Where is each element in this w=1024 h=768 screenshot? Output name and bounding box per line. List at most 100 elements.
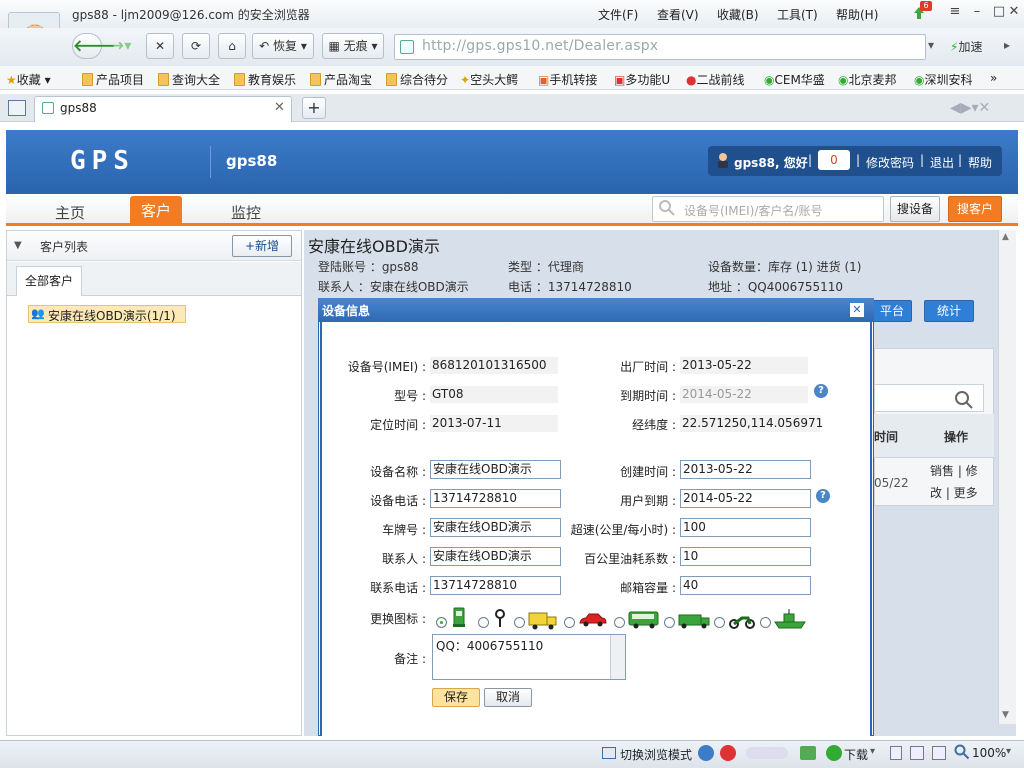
help-icon[interactable]: ? — [814, 384, 828, 398]
plate-input[interactable]: 安康在线OBD演示 — [430, 518, 561, 537]
radio-lorry[interactable] — [664, 617, 675, 631]
new-tab-icon[interactable]: + — [302, 97, 326, 119]
security-icon[interactable] — [720, 745, 736, 761]
add-customer-button[interactable]: +新增 — [232, 235, 292, 257]
search-device-button[interactable]: 搜设备 — [890, 196, 940, 222]
plugin-icon[interactable] — [800, 746, 816, 760]
speedup-button[interactable]: ⚡加速 — [950, 38, 982, 55]
bookmark-item[interactable]: 教育娱乐 — [234, 71, 296, 88]
close-window-icon[interactable]: ✕ — [1005, 4, 1023, 20]
radio-bus[interactable] — [614, 617, 625, 631]
forward-icon[interactable]: ➜▾ — [104, 33, 140, 59]
back-icon[interactable]: 🡐 — [72, 33, 116, 59]
browse-mode-icon — [602, 747, 616, 759]
sidebar-toggle-icon[interactable] — [8, 100, 26, 116]
device-count: 设备数量：库存 (1) 进货 (1) — [708, 260, 862, 274]
menu-tools[interactable]: 工具(T) — [777, 6, 818, 23]
download-button[interactable]: 下载 — [844, 746, 868, 763]
collapse-icon[interactable]: ▼ — [14, 240, 22, 251]
separator: | — [958, 153, 963, 167]
bookmark-item[interactable]: ◉北京麦邦 — [838, 71, 897, 88]
scroll-up-icon[interactable]: ▲ — [1002, 232, 1009, 242]
contactphone-input[interactable]: 13714728810 — [430, 576, 561, 595]
bookmark-item[interactable]: ▣手机转接 — [538, 71, 597, 88]
menu-help[interactable]: 帮助(H) — [836, 6, 878, 23]
cancel-button[interactable]: 取消 — [484, 688, 532, 707]
zoom-level[interactable]: 100% — [972, 746, 1006, 760]
zoom-dropdown-icon[interactable]: ▾ — [1006, 746, 1011, 757]
nav-home[interactable]: 主页 — [34, 199, 106, 227]
expire-value: 2014-05-22 — [680, 386, 808, 403]
change-password-link[interactable]: 修改密码 — [866, 154, 914, 171]
tab-close-icon[interactable]: ✕ — [274, 100, 285, 115]
radio-car[interactable] — [564, 617, 575, 631]
bookmark-item[interactable]: 产品淘宝 — [310, 71, 372, 88]
bookmark-item[interactable]: ◉CEM华盛 — [764, 71, 825, 88]
incognito-button[interactable]: ▦ 无痕 ▾ — [322, 33, 384, 59]
imei-value: 868120101316500 — [430, 357, 558, 374]
save-button[interactable]: 保存 — [432, 688, 480, 707]
print-icon[interactable] — [890, 746, 902, 760]
menu-view[interactable]: 查看(V) — [657, 6, 699, 23]
create-input[interactable]: 2013-05-22 — [680, 460, 811, 479]
page-setup-icon[interactable] — [910, 746, 924, 760]
bookmark-item[interactable]: 产品项目 — [82, 71, 144, 88]
help-icon[interactable]: ? — [816, 489, 830, 503]
tab-scroll-icons[interactable]: ◀▶▾✕ — [950, 100, 990, 116]
scroll-down-icon[interactable]: ▼ — [1002, 710, 1009, 720]
menu-favorites[interactable]: 收藏(B) — [717, 6, 759, 23]
devphone-input[interactable]: 13714728810 — [430, 489, 561, 508]
menu-icon[interactable]: ≡ — [946, 4, 964, 20]
help-link[interactable]: 帮助 — [968, 154, 992, 171]
bookmark-item[interactable]: 综合待分 — [386, 71, 448, 88]
bookmark-item[interactable]: ▣多功能U — [614, 71, 670, 88]
nav-customers[interactable]: 客户 — [130, 196, 182, 226]
remark-scrollbar[interactable] — [610, 635, 625, 679]
stop-icon[interactable]: ✕ — [146, 33, 174, 59]
zoom-icon[interactable] — [954, 744, 970, 760]
page-scrollbar[interactable] — [998, 230, 1016, 724]
speed-input[interactable]: 100 — [680, 518, 811, 537]
search-customer-button[interactable]: 搜客户 — [948, 196, 1002, 222]
radio-motorcycle[interactable] — [714, 617, 725, 631]
bookmark-item[interactable]: ●二战前线 — [686, 71, 745, 88]
ie-icon[interactable] — [698, 745, 714, 761]
browse-mode-toggle[interactable]: 切换浏览模式 — [620, 746, 692, 763]
address-dropdown-icon[interactable]: ▾ — [928, 38, 934, 52]
bookmark-item[interactable]: 查询大全 — [158, 71, 220, 88]
radio-gas-pump[interactable] — [436, 617, 447, 631]
screenshot-icon[interactable] — [932, 746, 946, 760]
radio-truck[interactable] — [514, 617, 525, 631]
device-search-icon[interactable] — [954, 390, 974, 410]
refresh-icon[interactable]: ⟳ — [182, 33, 210, 59]
minimize-icon[interactable]: – — [968, 4, 986, 20]
home-icon[interactable]: ⌂ — [218, 33, 246, 59]
bookmark-favorites[interactable]: ★收藏 ▾ — [6, 71, 51, 88]
menu-file[interactable]: 文件(F) — [598, 6, 638, 23]
platform-button[interactable]: 平台 — [872, 300, 912, 322]
customer-name: 安康在线OBD演示 — [308, 237, 440, 256]
download-dropdown-icon[interactable]: ▾ — [870, 746, 875, 757]
bookmark-item[interactable]: ◉深圳安科 — [914, 71, 973, 88]
userexp-input[interactable]: 2014-05-22 — [680, 489, 811, 508]
mailbox-input[interactable]: 40 — [680, 576, 811, 595]
dialog-close-icon[interactable]: ✕ — [850, 303, 864, 317]
row-actions[interactable]: 销售 | 修改 | 更多 — [930, 460, 988, 504]
nav-monitor[interactable]: 监控 — [210, 199, 282, 227]
logout-link[interactable]: 退出 — [930, 154, 954, 171]
toolbar-more-icon[interactable]: ▸ — [1004, 38, 1010, 52]
address-text[interactable]: http://gps.gps10.net/Dealer.aspx — [422, 38, 658, 54]
devname-input[interactable]: 安康在线OBD演示 — [430, 460, 561, 479]
fuel-input[interactable]: 10 — [680, 547, 811, 566]
tab-all-customers[interactable]: 全部客户 — [16, 266, 82, 296]
stats-button[interactable]: 统计 — [924, 300, 974, 322]
restore-button[interactable]: ↶ 恢复 ▾ — [252, 33, 314, 59]
radio-ship[interactable] — [760, 617, 771, 631]
bookmark-item[interactable]: ✦空头大鳄 — [460, 71, 518, 88]
toggle-icon[interactable] — [746, 747, 788, 759]
contact-input[interactable]: 安康在线OBD演示 — [430, 547, 561, 566]
bookmarks-more-icon[interactable]: » — [990, 71, 997, 85]
ship-icon — [774, 608, 806, 630]
message-count[interactable]: 0 — [818, 150, 850, 170]
radio-pin[interactable] — [478, 617, 489, 631]
